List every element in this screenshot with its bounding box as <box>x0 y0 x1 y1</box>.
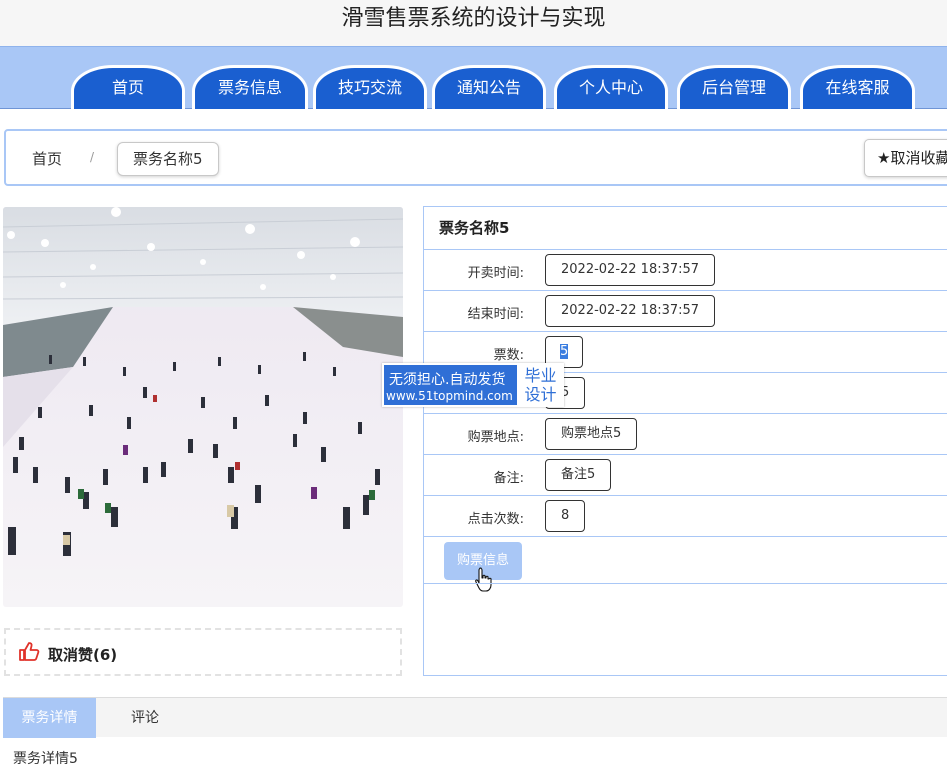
site-title: 滑雪售票系统的设计与实现 <box>0 0 947 46</box>
nav-skill-exchange[interactable]: 技巧交流 <box>313 65 427 109</box>
detail-tabs: 票务详情 评论 <box>3 697 947 738</box>
info-value: 购票地点5 <box>545 418 638 450</box>
hand-cursor-icon <box>475 567 492 592</box>
info-label: 开卖时间: <box>467 266 524 281</box>
breadcrumb-home-link[interactable]: 首页 <box>32 148 62 169</box>
breadcrumb-separator: / <box>90 150 95 164</box>
info-value: 2022-02-22 18:37:57 <box>545 295 716 327</box>
nav-ticket-info[interactable]: 票务信息 <box>192 65 308 109</box>
watermark-side-bottom: 设计 <box>524 385 557 404</box>
info-row-remark: 备注: 备注5 <box>424 455 947 496</box>
info-row-location: 购票地点: 购票地点5 <box>424 414 947 455</box>
info-label: 备注: <box>493 471 524 486</box>
breadcrumb-current: 票务名称5 <box>117 142 219 176</box>
info-value: 8 <box>545 500 586 532</box>
thumbs-up-icon[interactable] <box>18 641 40 661</box>
info-row-sale-start: 开卖时间: 2022-02-22 18:37:57 <box>424 250 947 291</box>
main-nav: 首页 票务信息 技巧交流 通知公告 个人中心 后台管理 在线客服 <box>0 46 947 109</box>
nav-online-service[interactable]: 在线客服 <box>800 65 915 109</box>
nav-home[interactable]: 首页 <box>71 65 185 109</box>
watermark-line1: 无须担心.自动发货 <box>389 372 506 388</box>
nav-admin[interactable]: 后台管理 <box>677 65 791 109</box>
ticket-info-panel: 票务名称5 开卖时间: 2022-02-22 18:37:57 结束时间: 20… <box>423 206 947 676</box>
watermark-side: 毕业 设计 <box>517 365 564 405</box>
unfavorite-button[interactable]: ★取消收藏 <box>864 139 947 177</box>
ticket-name: 票务名称5 <box>424 207 947 250</box>
unlike-label[interactable]: 取消赞(6) <box>48 644 117 665</box>
info-value: 2022-02-22 18:37:57 <box>545 254 716 286</box>
info-row-sale-end: 结束时间: 2022-02-22 18:37:57 <box>424 291 947 332</box>
info-row-clicks: 点击次数: 8 <box>424 496 947 537</box>
nav-personal-center[interactable]: 个人中心 <box>554 65 668 109</box>
selected-text: 5 <box>560 344 569 359</box>
divider <box>424 583 947 584</box>
unfavorite-label: 取消收藏 <box>890 149 947 167</box>
info-label: 票数: <box>493 348 524 363</box>
tab-ticket-details[interactable]: 票务详情 <box>3 698 96 738</box>
star-icon: ★ <box>877 149 891 167</box>
tab-comments[interactable]: 评论 <box>131 698 159 738</box>
ticket-photo <box>3 207 403 607</box>
watermark-banner: 无须担心.自动发货 www.51topmind.com 毕业 设计 <box>382 363 564 407</box>
info-label: 结束时间: <box>467 307 524 322</box>
info-value: 备注5 <box>545 459 612 491</box>
breadcrumb: 首页 / 票务名称5 ★取消收藏 <box>4 129 947 186</box>
nav-notices[interactable]: 通知公告 <box>432 65 546 109</box>
info-label: 点击次数: <box>467 512 524 527</box>
details-content: 票务详情5 <box>13 751 78 767</box>
watermark-side-top: 毕业 <box>524 366 557 385</box>
watermark-line2: www.51topmind.com <box>386 389 513 403</box>
info-label: 购票地点: <box>467 430 524 445</box>
like-box: 取消赞(6) <box>4 628 402 676</box>
